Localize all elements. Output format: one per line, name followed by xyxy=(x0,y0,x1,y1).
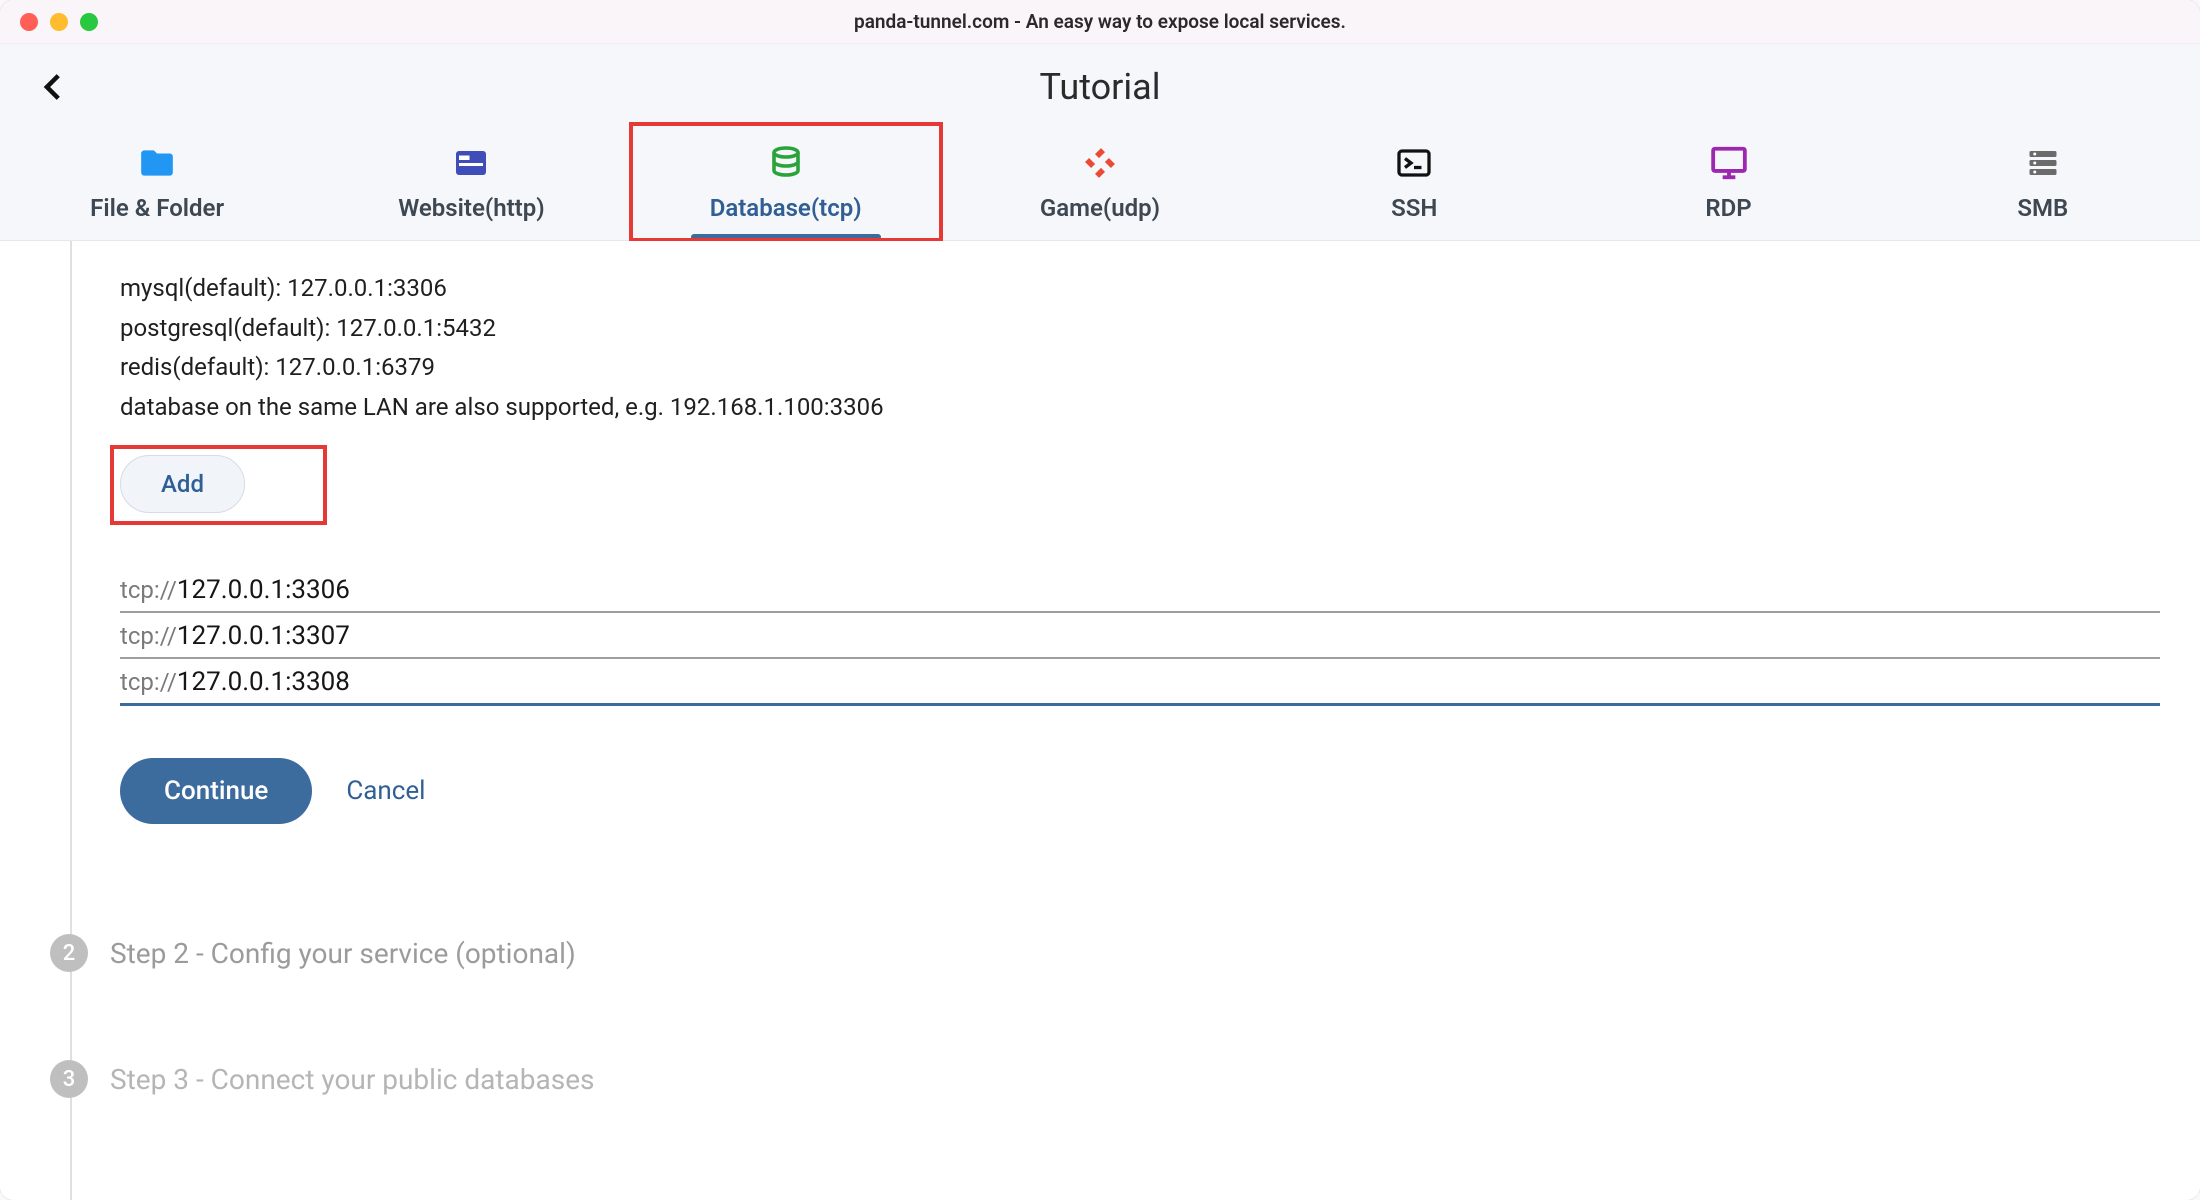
tabs-row: File & Folder Website(http) Database(tcp… xyxy=(0,130,2200,241)
traffic-lights xyxy=(0,13,98,31)
chevron-left-icon xyxy=(37,70,71,104)
app-window: panda-tunnel.com - An easy way to expose… xyxy=(0,0,2200,1200)
step-label: Step 2 - Config your service (optional) xyxy=(110,937,576,970)
tab-ssh[interactable]: SSH xyxy=(1257,130,1571,240)
monitor-icon xyxy=(1710,144,1748,182)
step-label: Step 3 - Connect your public databases xyxy=(110,1063,595,1096)
tcp-input-row[interactable]: tcp:// 127.0.0.1:3306 xyxy=(120,567,2160,613)
info-line: redis(default): 127.0.0.1:6379 xyxy=(120,348,2160,388)
input-prefix: tcp:// xyxy=(120,622,177,650)
cancel-link[interactable]: Cancel xyxy=(346,776,425,806)
info-block: mysql(default): 127.0.0.1:3306 postgresq… xyxy=(120,269,2160,427)
game-icon xyxy=(1081,144,1119,182)
tab-file-folder[interactable]: File & Folder xyxy=(0,130,314,240)
minimize-window-button[interactable] xyxy=(50,13,68,31)
terminal-icon xyxy=(1395,144,1433,182)
step-2-row[interactable]: 2 Step 2 - Config your service (optional… xyxy=(50,934,2160,972)
tab-database[interactable]: Database(tcp) xyxy=(629,130,943,240)
fullscreen-window-button[interactable] xyxy=(80,13,98,31)
database-icon xyxy=(767,144,805,182)
back-button[interactable] xyxy=(24,57,84,117)
add-button[interactable]: Add xyxy=(120,455,245,513)
page-title: Tutorial xyxy=(0,66,2200,108)
tab-label: SSH xyxy=(1391,194,1437,222)
info-line: database on the same LAN are also suppor… xyxy=(120,388,2160,428)
tab-website[interactable]: Website(http) xyxy=(314,130,628,240)
tcp-input-row[interactable]: tcp:// 127.0.0.1:3307 xyxy=(120,613,2160,659)
action-row: Continue Cancel xyxy=(120,758,2160,824)
input-prefix: tcp:// xyxy=(120,576,177,604)
info-line: postgresql(default): 127.0.0.1:5432 xyxy=(120,309,2160,349)
continue-button[interactable]: Continue xyxy=(120,758,312,824)
step-rail xyxy=(70,241,72,1200)
step-3-row[interactable]: 3 Step 3 - Connect your public databases xyxy=(50,1060,2160,1098)
input-value: 127.0.0.1:3306 xyxy=(177,575,350,605)
step-number-badge: 2 xyxy=(50,934,88,972)
page-header: Tutorial xyxy=(0,44,2200,130)
tab-label: Database(tcp) xyxy=(710,194,862,222)
tab-smb[interactable]: SMB xyxy=(1886,130,2200,240)
tab-rdp[interactable]: RDP xyxy=(1571,130,1885,240)
tcp-input-row[interactable]: tcp:// 127.0.0.1:3308 xyxy=(120,659,2160,706)
tab-game[interactable]: Game(udp) xyxy=(943,130,1257,240)
input-value: 127.0.0.1:3307 xyxy=(177,621,350,651)
server-icon xyxy=(2024,144,2062,182)
info-line: mysql(default): 127.0.0.1:3306 xyxy=(120,269,2160,309)
tab-label: File & Folder xyxy=(90,194,224,222)
window-title: panda-tunnel.com - An easy way to expose… xyxy=(0,10,2200,33)
website-icon xyxy=(452,144,490,182)
folder-icon xyxy=(138,144,176,182)
titlebar: panda-tunnel.com - An easy way to expose… xyxy=(0,0,2200,44)
content-area: mysql(default): 127.0.0.1:3306 postgresq… xyxy=(0,241,2200,1200)
tab-label: SMB xyxy=(2017,194,2068,222)
tab-label: RDP xyxy=(1705,194,1751,222)
main-pane: mysql(default): 127.0.0.1:3306 postgresq… xyxy=(0,241,2200,1098)
tab-label: Website(http) xyxy=(398,194,544,222)
input-prefix: tcp:// xyxy=(120,668,177,696)
input-value: 127.0.0.1:3308 xyxy=(177,667,350,697)
tab-label: Game(udp) xyxy=(1040,194,1160,222)
step-number-badge: 3 xyxy=(50,1060,88,1098)
close-window-button[interactable] xyxy=(20,13,38,31)
inputs-block: tcp:// 127.0.0.1:3306 tcp:// 127.0.0.1:3… xyxy=(120,567,2160,706)
